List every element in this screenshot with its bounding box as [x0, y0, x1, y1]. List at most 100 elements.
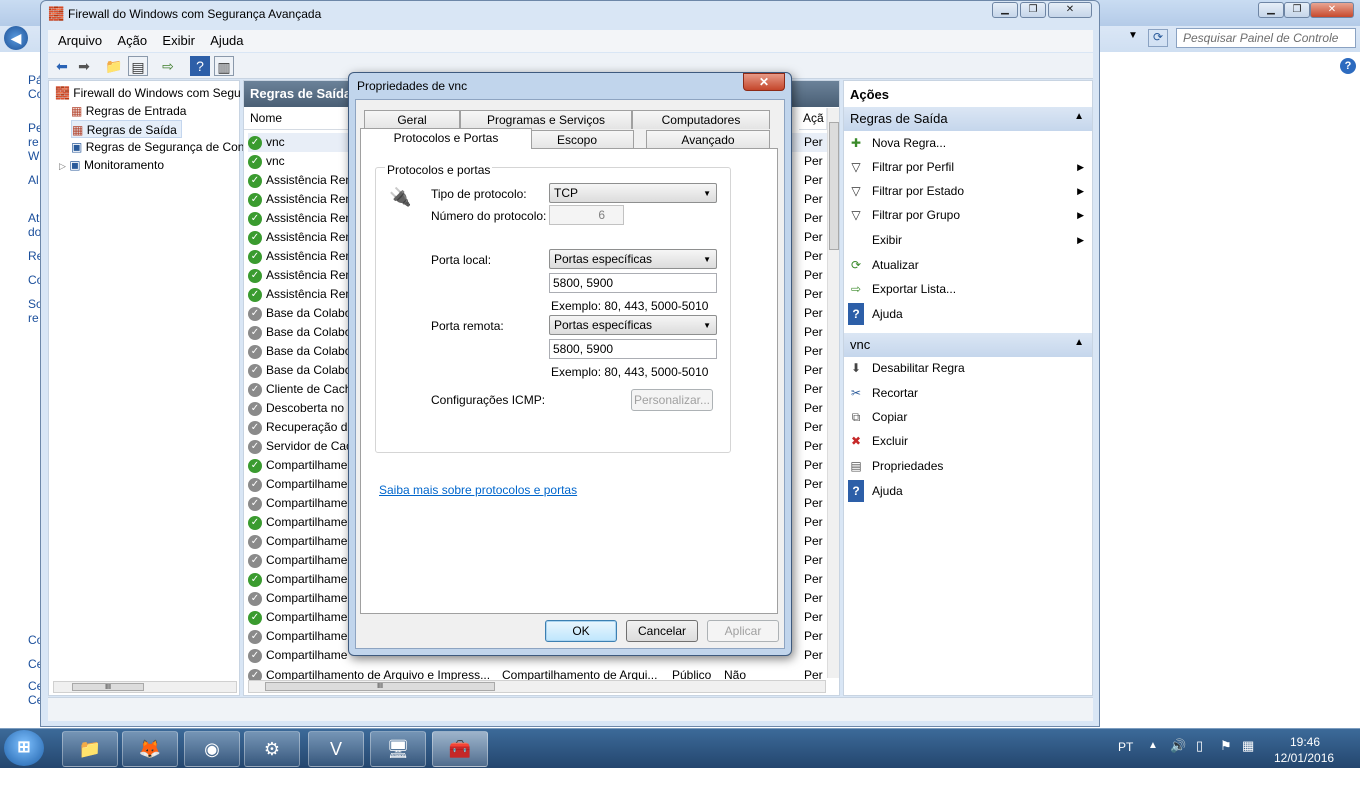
firefox-icon[interactable]: 🦊 — [122, 731, 178, 767]
back-nav-icon[interactable]: ◀ — [4, 26, 28, 50]
up-folder-icon[interactable]: 📁 — [104, 56, 124, 76]
action-item[interactable]: ⬇ Desabilitar Regra — [848, 357, 1088, 379]
mmc-close-button[interactable]: ✕ — [1048, 2, 1092, 18]
new-rule-icon: ✚ — [850, 136, 862, 150]
menu-arquivo[interactable]: Arquivo — [52, 30, 108, 51]
column-action[interactable]: Açã — [799, 108, 827, 130]
action-item[interactable]: Exibir ▶ — [848, 229, 1088, 251]
control-panel-icon[interactable]: 🖥 — [370, 731, 426, 767]
tree-item-inbound[interactable]: ▦ Regras de Entrada — [71, 102, 186, 120]
help-icon[interactable]: ? — [190, 56, 210, 76]
maximize-button[interactable]: ❐ — [1284, 2, 1310, 18]
scroll-thumb[interactable]: III — [72, 683, 144, 691]
app-icon[interactable]: ⚙ — [244, 731, 300, 767]
collapse-icon[interactable]: ▲ — [1074, 111, 1084, 122]
network-icon[interactable]: ▯ — [1196, 738, 1203, 778]
vscroll-thumb[interactable] — [829, 122, 839, 250]
list-vscrollbar[interactable] — [827, 108, 839, 678]
tab-programas[interactable]: Programas e Serviços — [460, 110, 632, 129]
actions-section-vnc[interactable]: vnc ▲ — [844, 333, 1092, 357]
mmc-maximize-button[interactable]: ❐ — [1020, 2, 1046, 18]
hscroll-thumb[interactable]: III — [265, 682, 495, 691]
tab-avancado[interactable]: Avançado — [646, 130, 770, 149]
menu-acao[interactable]: Ação — [111, 30, 153, 51]
tab-computadores[interactable]: Computadores — [632, 110, 770, 129]
local-port-select[interactable]: Portas específicas ▼ — [549, 249, 717, 269]
chrome-icon[interactable]: ◉ — [184, 731, 240, 767]
menu-bar: Arquivo Ação Exibir Ajuda — [48, 30, 1093, 52]
show-hidden-icons-icon[interactable]: ▲ — [1148, 740, 1158, 780]
action-item[interactable]: ▽ Filtrar por Perfil ▶ — [848, 156, 1088, 178]
action-item[interactable]: ▤ Propriedades — [848, 455, 1088, 477]
rule-name: Base da Colabo — [266, 306, 352, 320]
volume-icon[interactable]: 🔊 — [1170, 738, 1186, 778]
language-indicator[interactable]: PT — [1118, 740, 1133, 780]
remote-port-example: Exemplo: 80, 443, 5000-5010 — [551, 365, 709, 379]
close-button[interactable]: ✕ — [1310, 2, 1354, 18]
rule-action: Per — [804, 496, 823, 510]
show-hide-tree-icon[interactable]: ▤ — [128, 56, 148, 76]
explorer-icon[interactable]: 📁 — [62, 731, 118, 767]
refresh-icon[interactable]: ⟳ — [1148, 29, 1168, 47]
firewall-task-icon[interactable]: 🧰 — [432, 731, 488, 767]
tab-geral[interactable]: Geral — [364, 110, 460, 129]
action-item[interactable]: ▽ Filtrar por Grupo ▶ — [848, 204, 1088, 226]
start-button[interactable]: ⊞ — [4, 730, 44, 766]
minimize-button[interactable]: ▁ — [1258, 2, 1284, 18]
actions-section-outbound[interactable]: Regras de Saída ▲ — [844, 107, 1092, 131]
cancel-button[interactable]: Cancelar — [626, 620, 698, 642]
rule-action: Per — [804, 420, 823, 434]
learn-more-link[interactable]: Saiba mais sobre protocolos e portas — [379, 483, 577, 497]
rule-action: Per — [804, 173, 823, 187]
refresh-icon: ⟳ — [850, 258, 862, 272]
ok-button[interactable]: OK — [545, 620, 617, 642]
action-pane-icon[interactable]: ▥ — [214, 56, 234, 76]
vnc-icon[interactable]: V — [308, 731, 364, 767]
tree-hscrollbar[interactable]: III — [53, 681, 237, 693]
export-list-icon[interactable]: ⇨ — [158, 56, 178, 76]
action-item[interactable]: ▽ Filtrar por Estado ▶ — [848, 180, 1088, 202]
list-hscrollbar[interactable]: III — [248, 680, 826, 693]
mmc-minimize-button[interactable]: ▁ — [992, 2, 1018, 18]
tree-item-monitoring[interactable]: ▷ ▣ Monitoramento — [59, 156, 164, 174]
action-item[interactable]: ⟳ Atualizar — [848, 254, 1088, 276]
address-dropdown-icon[interactable]: ▼ — [1128, 30, 1138, 41]
group-label: Protocolos e portas — [385, 163, 493, 177]
tab-protocolos[interactable]: Protocolos e Portas — [360, 128, 532, 149]
rule-name: Descoberta no — [266, 401, 345, 415]
local-port-input[interactable]: 5800, 5900 — [549, 273, 717, 293]
column-name[interactable]: Nome — [244, 108, 354, 130]
action-center-flag-icon[interactable]: ⚑ — [1220, 738, 1232, 778]
tray-app-icon[interactable]: ▦ — [1242, 738, 1254, 778]
tree-item-connection-security[interactable]: ▣ Regras de Segurança de Con — [71, 138, 244, 156]
remote-port-select[interactable]: Portas específicas ▼ — [549, 315, 717, 335]
action-item[interactable]: ⇨ Exportar Lista... — [848, 278, 1088, 300]
menu-ajuda[interactable]: Ajuda — [204, 30, 249, 51]
search-input[interactable]: Pesquisar Painel de Controle — [1176, 28, 1356, 48]
forward-icon[interactable]: ➡ — [74, 56, 94, 76]
action-label: Exportar Lista... — [872, 282, 957, 296]
menu-exibir[interactable]: Exibir — [156, 30, 201, 51]
collapse-icon[interactable]: ▲ — [1074, 337, 1084, 348]
action-item[interactable]: ? Ajuda — [848, 303, 1088, 325]
submenu-arrow-icon: ▶ — [1077, 186, 1084, 196]
dialog-close-button[interactable]: ✕ — [743, 73, 785, 91]
rule-action: Per — [804, 382, 823, 396]
action-item[interactable]: ✖ Excluir — [848, 430, 1088, 452]
action-item[interactable]: ✚ Nova Regra... — [848, 132, 1088, 154]
action-item[interactable]: ✂ Recortar — [848, 382, 1088, 404]
tree-item-outbound[interactable]: ▦ Regras de Saída — [71, 120, 182, 138]
action-label: Ajuda — [872, 307, 903, 321]
action-item[interactable]: ? Ajuda — [848, 480, 1088, 502]
rule-name: Compartilhame — [266, 477, 348, 491]
back-icon[interactable]: ⬅ — [52, 56, 72, 76]
clock-date[interactable]: 12/01/2016 — [1274, 751, 1334, 791]
remote-port-input[interactable]: 5800, 5900 — [549, 339, 717, 359]
help-icon[interactable]: ? — [1340, 58, 1356, 74]
tree-root[interactable]: 🧱 Firewall do Windows com Segu — [55, 84, 241, 102]
expand-arrow-icon[interactable]: ▷ — [59, 161, 66, 171]
protocol-type-select[interactable]: TCP ▼ — [549, 183, 717, 203]
action-item[interactable]: ⧉ Copiar — [848, 406, 1088, 428]
tab-escopo[interactable]: Escopo — [520, 130, 634, 149]
rule-name: Compartilhame — [266, 610, 348, 624]
